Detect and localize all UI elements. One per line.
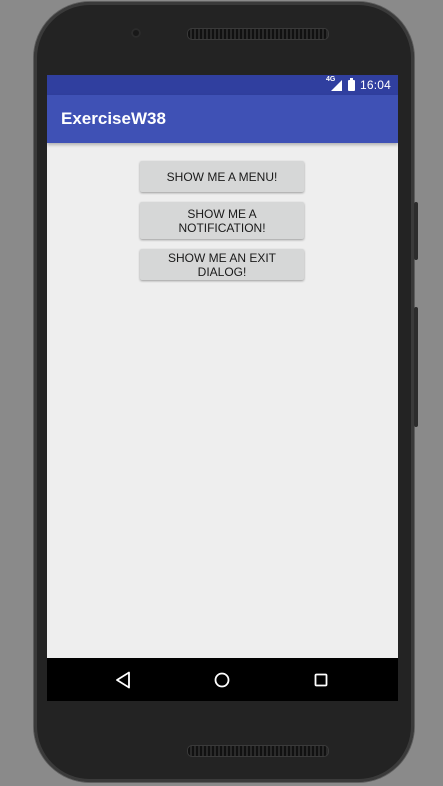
show-notification-button[interactable]: SHOW ME A NOTIFICATION! — [140, 202, 304, 239]
bottom-speaker — [187, 745, 329, 757]
status-bar: 4G 16:04 — [47, 75, 398, 95]
show-menu-button[interactable]: SHOW ME A MENU! — [140, 161, 304, 192]
signal-bars — [330, 80, 342, 91]
recents-icon — [314, 673, 328, 686]
app-title: ExerciseW38 — [61, 109, 166, 128]
power-button — [414, 202, 418, 260]
show-exit-dialog-button[interactable]: SHOW ME AN EXIT DIALOG! — [140, 249, 304, 280]
volume-button — [414, 307, 418, 427]
screen: 4G 16:04 ExerciseW38 SHOW ME A MENU! SHO… — [47, 75, 398, 701]
battery-icon — [347, 77, 355, 91]
back-icon — [116, 671, 130, 688]
main-content: SHOW ME A MENU! SHOW ME A NOTIFICATION! … — [47, 143, 398, 658]
status-time: 16:04 — [359, 78, 391, 92]
back-button[interactable] — [103, 658, 143, 701]
front-camera — [131, 28, 141, 38]
recents-button[interactable] — [301, 658, 341, 701]
signal-icon: 4G — [326, 76, 342, 91]
home-button[interactable] — [202, 658, 242, 701]
app-bar: ExerciseW38 — [47, 95, 398, 143]
home-icon — [214, 672, 230, 687]
navigation-bar — [47, 658, 398, 701]
earpiece-speaker — [187, 28, 329, 40]
